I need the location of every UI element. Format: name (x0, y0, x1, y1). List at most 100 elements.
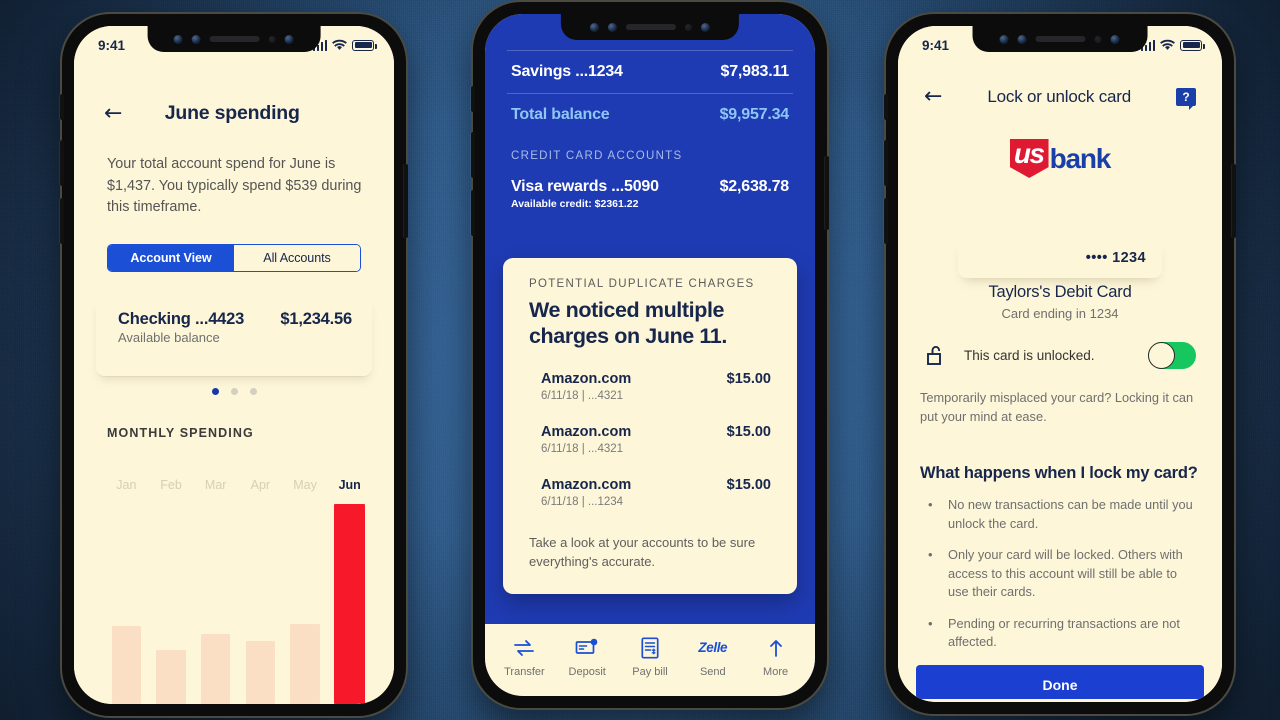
chart-bar (334, 504, 366, 704)
back-arrow-icon[interactable]: ← (104, 102, 122, 125)
chart-bar-wrap (193, 504, 238, 704)
volume-up-button[interactable] (884, 140, 888, 186)
chart-x-label: Mar (204, 478, 227, 492)
charge-item[interactable]: Amazon.com $15.00 6/11/18 | ...1234 (529, 477, 771, 508)
open-padlock-icon (924, 343, 948, 367)
phone-notch (972, 26, 1148, 52)
account-summary-card[interactable]: Checking ...4423 $1,234.56 Available bal… (96, 298, 372, 376)
ambient-light-sensor-icon (268, 35, 276, 43)
transfer-arrows-icon (512, 637, 536, 659)
account-row-savings[interactable]: Savings ...1234 $7,983.11 (485, 51, 815, 93)
tab-label: Transfer (504, 665, 545, 678)
bullet-dot-icon: • (928, 615, 933, 631)
chart-bar (156, 649, 186, 704)
tab-transfer[interactable]: Transfer (493, 637, 556, 678)
credit-card-accounts-label: CREDIT CARD ACCOUNTS (511, 150, 683, 162)
lock-card-toggle[interactable] (1148, 341, 1196, 369)
charge-meta: 6/11/18 | ...1234 (541, 496, 624, 509)
bullet-text: Pending or recurring transactions are no… (948, 615, 1180, 650)
carousel-pager[interactable] (74, 388, 394, 395)
charge-amount: $15.00 (726, 371, 771, 388)
front-camera-icon (999, 34, 1009, 44)
chart-bar (290, 623, 320, 704)
volume-down-button[interactable] (471, 190, 475, 236)
done-button[interactable]: Done (916, 665, 1204, 699)
volume-down-button[interactable] (60, 198, 64, 244)
pager-dot-3[interactable] (249, 388, 257, 395)
volume-up-button[interactable] (60, 140, 64, 186)
front-camera-icon (173, 34, 183, 44)
mute-switch[interactable] (884, 94, 888, 120)
bullet-dot-icon: • (928, 547, 933, 563)
credit-card-value: $2,638.78 (719, 178, 790, 195)
bullet-dot-icon: • (928, 497, 933, 512)
charge-item[interactable]: Amazon.com $15.00 6/11/18 | ...4321 (529, 371, 771, 402)
usbank-shield-mark: us (1009, 139, 1049, 178)
phone-screen-1: 9:41 ← June spending Your total account … (74, 26, 394, 704)
mute-switch[interactable] (471, 86, 475, 112)
account-amount: $1,234.56 (280, 310, 352, 328)
proximity-sensor-icon (1017, 34, 1027, 44)
account-view-segmented-control[interactable]: Account View All Accounts (107, 244, 361, 272)
credit-card-label: Visa rewards ...5090 (511, 178, 659, 195)
help-chat-icon[interactable]: ? (1176, 88, 1196, 110)
charge-meta: 6/11/18 | ...4321 (541, 390, 624, 403)
chart-bar-wrap (283, 504, 328, 704)
phone-device-2: Savings ...1234 $7,983.11 Total balance … (471, 2, 829, 708)
page-header-3: ← Lock or unlock card ? (898, 86, 1222, 110)
tab-deposit[interactable]: Deposit (556, 637, 619, 678)
volume-up-button[interactable] (471, 132, 475, 178)
account-name: Checking ...4423 (118, 310, 245, 328)
volume-down-button[interactable] (884, 198, 888, 244)
zelle-wordmark: Zelle (698, 640, 728, 655)
alert-footer: Take a look at your accounts to be sure … (529, 535, 756, 570)
pager-dot-2[interactable] (230, 388, 238, 395)
charge-merchant: Amazon.com (541, 424, 632, 441)
account-row-visa[interactable]: Visa rewards ...5090 $2,638.78 (485, 166, 815, 198)
power-button[interactable] (825, 156, 829, 230)
face-id-sensor-icon (701, 22, 710, 32)
charge-item[interactable]: Amazon.com $15.00 6/11/18 | ...4321 (529, 424, 771, 455)
pager-dot-1[interactable] (211, 388, 219, 395)
total-balance-label: Total balance (511, 106, 610, 123)
debit-card-image: •••• 1234 (958, 238, 1162, 278)
chart-bar-wrap (104, 504, 149, 704)
proximity-sensor-icon (191, 34, 201, 44)
power-button[interactable] (404, 164, 408, 238)
alert-headline: We noticed multiple charges on June 11. (529, 298, 727, 349)
mute-switch[interactable] (60, 94, 64, 120)
tab-send[interactable]: Zelle Send (681, 637, 744, 678)
chart-bars (104, 504, 372, 704)
wifi-icon (1160, 39, 1175, 50)
monthly-spending-chart: Jan Feb Mar Apr May Jun (104, 478, 372, 704)
tab-label: Pay bill (632, 665, 668, 678)
usbank-wordmark: bank (1049, 142, 1112, 174)
zelle-icon: Zelle (698, 637, 727, 659)
tab-all-accounts[interactable]: All Accounts (234, 245, 360, 271)
duplicate-charges-card[interactable]: POTENTIAL DUPLICATE CHARGES We noticed m… (503, 258, 797, 595)
back-arrow-icon[interactable]: ← (924, 86, 942, 108)
chart-x-label: May (293, 478, 317, 492)
list-item: • Only your card will be locked. Others … (928, 546, 1200, 602)
page-header-1: ← June spending (74, 102, 394, 125)
tab-account-view[interactable]: Account View (108, 245, 234, 271)
phone-device-1: 9:41 ← June spending Your total account … (60, 14, 408, 716)
up-arrow-icon (768, 637, 784, 659)
phone-screen-3: 9:41 ← Lock or unlock card ? us bank •••… (898, 26, 1222, 702)
power-button[interactable] (1232, 164, 1236, 238)
proximity-sensor-icon (608, 22, 617, 32)
earpiece-speaker (1035, 36, 1086, 42)
tab-more[interactable]: More (744, 637, 807, 678)
faq-heading: What happens when I lock my card? (920, 464, 1198, 482)
chart-x-label: Jan (116, 478, 137, 492)
available-credit-text: Available credit: $2361.22 (511, 198, 639, 210)
pay-bill-icon (641, 636, 659, 659)
tab-pay-bill[interactable]: Pay bill (619, 636, 682, 678)
card-nickname: Taylors's Debit Card (988, 283, 1132, 301)
chart-bar-wrap (149, 504, 194, 704)
charge-merchant: Amazon.com (541, 477, 632, 494)
alert-eyebrow: POTENTIAL DUPLICATE CHARGES (529, 278, 755, 290)
chart-x-label: Feb (160, 478, 182, 492)
account-subtitle: Available balance (118, 330, 220, 345)
chart-bar (200, 634, 231, 704)
